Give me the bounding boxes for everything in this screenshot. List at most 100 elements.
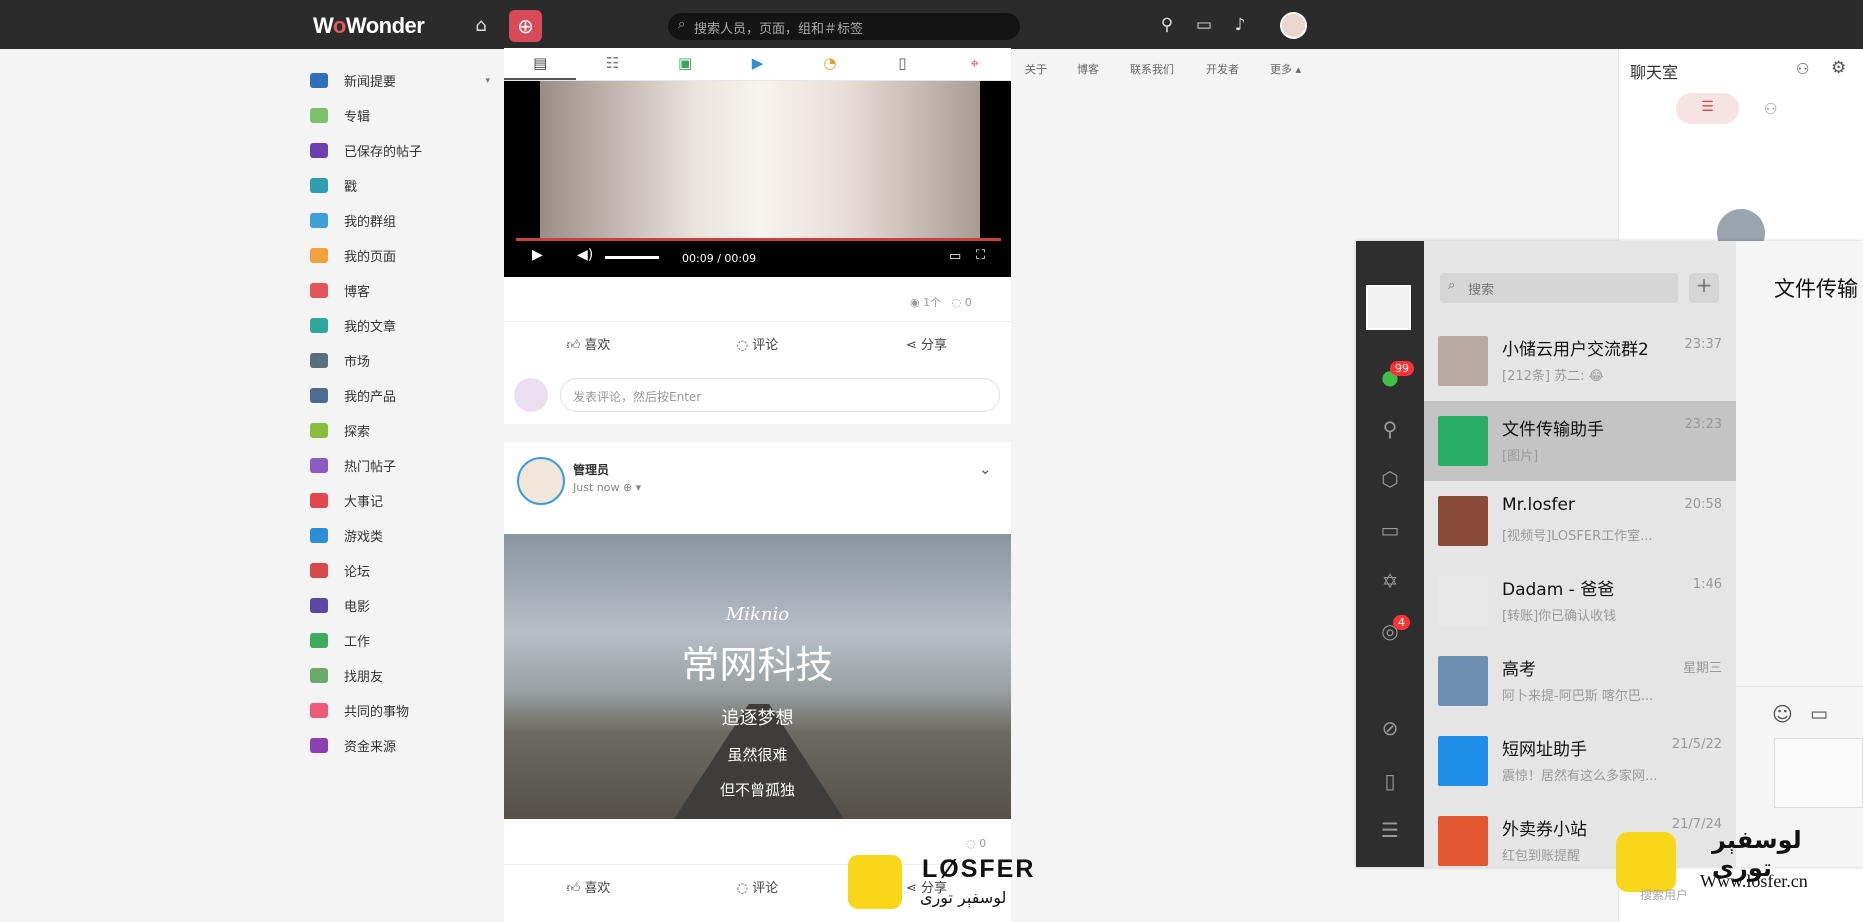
menu-icon[interactable]: ☰ bbox=[1378, 818, 1402, 842]
sidebar-item[interactable]: 游戏类 bbox=[310, 518, 490, 553]
conversation-preview: 阿卜来提-阿巴斯 喀尔巴... bbox=[1502, 689, 1654, 704]
comment-button[interactable]: ◌ 评论 bbox=[673, 322, 842, 361]
messages-icon[interactable]: ▭ bbox=[1192, 13, 1216, 37]
sidebar-item[interactable]: 新闻提要 ▾ bbox=[310, 63, 490, 98]
sidebar-item[interactable]: 找朋友 bbox=[310, 658, 490, 693]
image-post-icon[interactable]: ▣ bbox=[649, 48, 721, 80]
settings-gear-icon[interactable]: ⚙ bbox=[1831, 58, 1846, 78]
friend-request-icon[interactable]: ⚲ bbox=[1155, 13, 1179, 37]
sidebar-item[interactable]: 共同的事物 bbox=[310, 693, 490, 728]
user-avatar[interactable] bbox=[1280, 12, 1307, 39]
phone-icon[interactable]: ▯ bbox=[1378, 769, 1402, 793]
conversation-avatar bbox=[1438, 576, 1488, 626]
create-post-button[interactable]: ⊕ bbox=[509, 10, 542, 42]
conversation-time: 21/5/22 bbox=[1671, 737, 1722, 752]
sidebar-item[interactable]: 探索 bbox=[310, 413, 490, 448]
comment-label: 评论 bbox=[752, 881, 779, 896]
like-button[interactable]: 👍︎ 喜欢 bbox=[504, 322, 673, 361]
sidebar-item[interactable]: 已保存的帖子 bbox=[310, 133, 490, 168]
conversation-row[interactable]: 外卖券小站 21/7/24 红包到账提醒 bbox=[1424, 801, 1736, 881]
sidebar-item-icon bbox=[310, 353, 328, 368]
conversation-name: 文件传输助手 bbox=[1502, 420, 1604, 440]
add-chat-button[interactable]: + bbox=[1689, 273, 1719, 303]
link-more[interactable]: 更多 ▴ bbox=[1270, 61, 1301, 77]
poll-post-icon[interactable]: ◔ bbox=[794, 48, 866, 80]
sidebar-item[interactable]: 热门帖子 bbox=[310, 448, 490, 483]
tab-groups-icon[interactable]: ⚇ bbox=[1764, 100, 1777, 118]
chevron-down-icon[interactable]: ▾ bbox=[485, 76, 490, 86]
location-post-icon[interactable]: ⌖ bbox=[939, 48, 1011, 80]
conversation-name: Dadam - 爸爸 bbox=[1502, 580, 1615, 600]
image-thumbnail[interactable] bbox=[1774, 738, 1863, 808]
views-count: 1个 bbox=[923, 296, 942, 309]
sidebar-item[interactable]: 大事记 bbox=[310, 483, 490, 518]
video-player[interactable]: ▶ ◀) 00:09 / 00:09 ▭ ⛶ bbox=[504, 81, 1011, 277]
conversation-row[interactable]: Mr.losfer 20:58 [视频号]LOSFER工作室... bbox=[1424, 481, 1736, 561]
like-button[interactable]: 👍︎ 喜欢 bbox=[504, 865, 673, 904]
post-image[interactable]: Miknio 常网科技 追逐梦想 虽然很难 但不曾孤独 bbox=[504, 534, 1011, 819]
sidebar-item[interactable]: 市场 bbox=[310, 343, 490, 378]
link-developers[interactable]: 开发者 bbox=[1206, 61, 1239, 77]
list-post-icon[interactable]: ☷ bbox=[576, 48, 648, 80]
video-progress-bar[interactable] bbox=[516, 238, 1001, 241]
video-post-icon[interactable]: ▶ bbox=[721, 48, 793, 80]
volume-slider[interactable] bbox=[605, 256, 659, 259]
sidebar-item[interactable]: 电影 bbox=[310, 588, 490, 623]
sidebar-item[interactable]: 我的页面 bbox=[310, 238, 490, 273]
conversation-row[interactable]: Dadam - 爸爸 1:46 [转账]你已确认收钱 bbox=[1424, 561, 1736, 641]
text-post-icon[interactable]: ▤ bbox=[504, 48, 577, 80]
volume-icon[interactable]: ◀) bbox=[577, 247, 593, 263]
sidebar-item[interactable]: 我的群组 bbox=[310, 203, 490, 238]
author-name[interactable]: 管理员 bbox=[573, 461, 609, 478]
tab-contacts[interactable]: ☰ bbox=[1676, 93, 1739, 124]
profile-avatar[interactable] bbox=[1366, 285, 1411, 330]
conversation-avatar bbox=[1438, 336, 1488, 386]
sidebar-item[interactable]: 我的产品 bbox=[310, 378, 490, 413]
sidebar-item[interactable]: 工作 bbox=[310, 623, 490, 658]
sidebar-item-icon bbox=[310, 73, 328, 88]
conversation-row[interactable]: 高考 星期三 阿卜来提-阿巴斯 喀尔巴... bbox=[1424, 641, 1736, 721]
site-logo[interactable]: WoWonder bbox=[313, 13, 425, 39]
notifications-icon[interactable]: ♪ bbox=[1228, 13, 1252, 37]
comment-count: 0 bbox=[979, 837, 987, 850]
post-stats: ◉ 1个 ◌ 0 bbox=[910, 294, 972, 310]
comment-button[interactable]: ◌ 评论 bbox=[673, 865, 842, 904]
sidebar-item[interactable]: 博客 bbox=[310, 273, 490, 308]
sidebar-item[interactable]: 资金来源 bbox=[310, 728, 490, 763]
link-blog[interactable]: 博客 bbox=[1077, 61, 1099, 77]
play-icon[interactable]: ▶ bbox=[532, 247, 543, 263]
globe-icon[interactable]: ⊕ ▾ bbox=[623, 481, 641, 494]
add-group-icon[interactable]: ⚇ bbox=[1796, 60, 1809, 78]
favorites-icon[interactable]: ⬡ bbox=[1378, 467, 1402, 491]
conversation-time: 星期三 bbox=[1682, 661, 1722, 676]
conversation-row[interactable]: 短网址助手 21/5/22 震惊！居然有这么多家网... bbox=[1424, 721, 1736, 801]
share-icon: ⋖ bbox=[905, 338, 917, 353]
comment-input[interactable]: 发表评论，然后按Enter bbox=[560, 378, 1000, 412]
sidebar-item[interactable]: 专辑 bbox=[310, 98, 490, 133]
post-options-chevron-icon[interactable]: ⌄ bbox=[979, 460, 992, 478]
conversation-row[interactable]: 文件传输助手 23:23 [图片] bbox=[1424, 401, 1736, 481]
sidebar-item[interactable]: 戳 bbox=[310, 168, 490, 203]
share-button[interactable]: ⋖ 分享 bbox=[842, 322, 1011, 361]
link-icon[interactable]: ⊘ bbox=[1378, 716, 1402, 740]
contacts-icon[interactable]: ⚲ bbox=[1378, 417, 1402, 441]
folder-icon[interactable]: ▭ bbox=[1378, 518, 1402, 542]
send-file-icon[interactable]: ▭ bbox=[1810, 703, 1828, 725]
conversation-name: 短网址助手 bbox=[1502, 740, 1587, 760]
conversation-row[interactable]: 小储云用户交流群2 23:37 [212条] 苏二: 😂 bbox=[1424, 321, 1736, 401]
sidebar-item[interactable]: 论坛 bbox=[310, 553, 490, 588]
fullscreen-icon[interactable]: ⛶ bbox=[976, 248, 985, 263]
miniprogram-icon[interactable]: ✡ bbox=[1378, 569, 1402, 593]
theater-icon[interactable]: ▭ bbox=[949, 249, 961, 264]
banner-line3: 但不曾孤独 bbox=[719, 781, 795, 799]
wechat-search-input[interactable]: ⌕ 搜索 bbox=[1440, 273, 1678, 303]
author-avatar[interactable] bbox=[517, 457, 565, 505]
link-contact[interactable]: 联系我们 bbox=[1130, 61, 1174, 77]
home-icon[interactable]: ⌂ bbox=[468, 13, 494, 37]
emoji-icon[interactable]: ☺ bbox=[1772, 702, 1793, 726]
search-users-input[interactable]: 搜索用户 bbox=[1640, 886, 1688, 903]
search-input[interactable]: ⌕ 搜索人员，页面，组和＃标签 bbox=[668, 13, 1020, 40]
sidebar-item[interactable]: 我的文章 bbox=[310, 308, 490, 343]
link-about[interactable]: 关于 bbox=[1025, 61, 1047, 77]
file-post-icon[interactable]: ▯ bbox=[866, 48, 938, 80]
